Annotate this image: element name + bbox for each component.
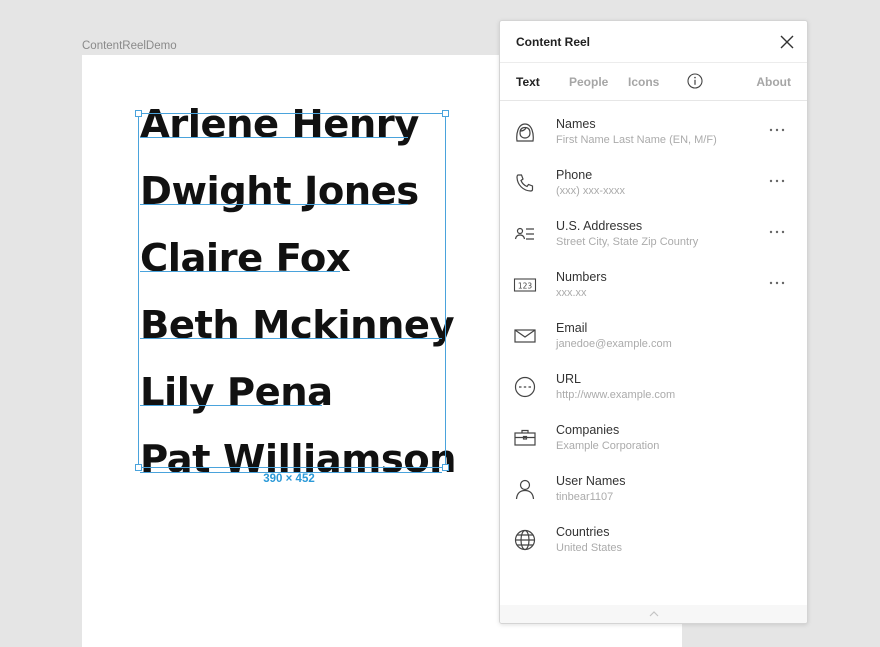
text-baseline <box>140 405 322 406</box>
envelope-icon <box>513 324 537 348</box>
name-line: Pat Williamson <box>140 435 470 502</box>
name-text: Lily Pena <box>140 370 333 415</box>
name-text: Beth Mckinney <box>140 303 455 348</box>
tab-people[interactable]: People <box>569 75 608 89</box>
numbers-icon: 123 <box>513 273 537 297</box>
list-item-url[interactable]: URL http://www.example.com <box>500 370 807 421</box>
tab-text[interactable]: Text <box>516 75 540 89</box>
list-item-companies[interactable]: Companies Example Corporation <box>500 421 807 472</box>
user-icon <box>513 477 537 501</box>
globe-icon <box>513 528 537 552</box>
item-example: United States <box>556 542 623 554</box>
more-options-icon[interactable] <box>767 275 787 291</box>
list-item-addresses[interactable]: U.S. Addresses Street City, State Zip Co… <box>500 217 807 268</box>
item-name: Email <box>556 321 588 335</box>
panel-title: Content Reel <box>516 34 591 49</box>
more-options-icon[interactable] <box>767 224 787 240</box>
item-name: Companies <box>556 423 620 437</box>
name-text: Dwight Jones <box>140 169 419 214</box>
tab-about[interactable]: About <box>756 75 791 89</box>
content-type-list: Names First Name Last Name (EN, M/F) Pho… <box>500 101 807 574</box>
list-item-user-names[interactable]: User Names tinbear1107 <box>500 472 807 523</box>
frame-label[interactable]: ContentReelDemo <box>82 40 177 52</box>
phone-icon <box>513 171 537 195</box>
name-line: Arlene Henry <box>140 100 470 167</box>
item-name: Numbers <box>556 270 607 284</box>
name-line: Dwight Jones <box>140 167 470 234</box>
text-baseline <box>140 271 340 272</box>
item-example: xxx.xx <box>556 287 587 299</box>
panel-footer <box>500 605 807 623</box>
tab-icons[interactable]: Icons <box>628 75 659 89</box>
name-line: Claire Fox <box>140 234 470 301</box>
item-example: First Name Last Name (EN, M/F) <box>556 134 717 146</box>
item-name: URL <box>556 372 582 386</box>
item-example: (xxx) xxx-xxxx <box>556 185 626 197</box>
name-line: Lily Pena <box>140 368 470 435</box>
names-text-layer[interactable]: Arlene Henry Dwight Jones Claire Fox Bet… <box>140 100 470 502</box>
name-text: Arlene Henry <box>140 102 419 147</box>
chevron-up-icon[interactable] <box>648 610 660 618</box>
content-reel-panel: Content Reel Text People Icons About Nam… <box>499 20 808 624</box>
item-example: http://www.example.com <box>556 389 676 401</box>
name-text: Claire Fox <box>140 236 351 281</box>
list-item-countries[interactable]: Countries United States <box>500 523 807 574</box>
item-name: Phone <box>556 168 593 182</box>
name-line: Beth Mckinney <box>140 301 470 368</box>
item-example: janedoe@example.com <box>556 338 672 350</box>
item-example: Example Corporation <box>556 440 660 452</box>
info-icon[interactable] <box>687 73 703 89</box>
briefcase-icon <box>513 426 537 450</box>
person-face-icon <box>513 120 537 144</box>
item-name: User Names <box>556 474 626 488</box>
panel-header: Content Reel <box>500 21 807 63</box>
link-icon <box>513 375 537 399</box>
item-example: Street City, State Zip Country <box>556 236 699 248</box>
address-card-icon <box>513 222 537 246</box>
close-icon[interactable] <box>779 34 795 50</box>
text-baseline <box>140 137 408 138</box>
list-item-numbers[interactable]: 123 Numbers xxx.xx <box>500 268 807 319</box>
item-example: tinbear1107 <box>556 491 614 503</box>
tab-bar: Text People Icons About <box>500 63 807 101</box>
item-name: Countries <box>556 525 610 539</box>
name-text: Pat Williamson <box>140 437 457 482</box>
svg-text:123: 123 <box>518 281 533 290</box>
item-name: Names <box>556 117 596 131</box>
item-name: U.S. Addresses <box>556 219 643 233</box>
list-item-names[interactable]: Names First Name Last Name (EN, M/F) <box>500 115 807 166</box>
list-item-email[interactable]: Email janedoe@example.com <box>500 319 807 370</box>
more-options-icon[interactable] <box>767 122 787 138</box>
more-options-icon[interactable] <box>767 173 787 189</box>
text-baseline <box>140 204 408 205</box>
text-baseline <box>140 472 442 473</box>
text-baseline <box>140 338 442 339</box>
list-item-phone[interactable]: Phone (xxx) xxx-xxxx <box>500 166 807 217</box>
